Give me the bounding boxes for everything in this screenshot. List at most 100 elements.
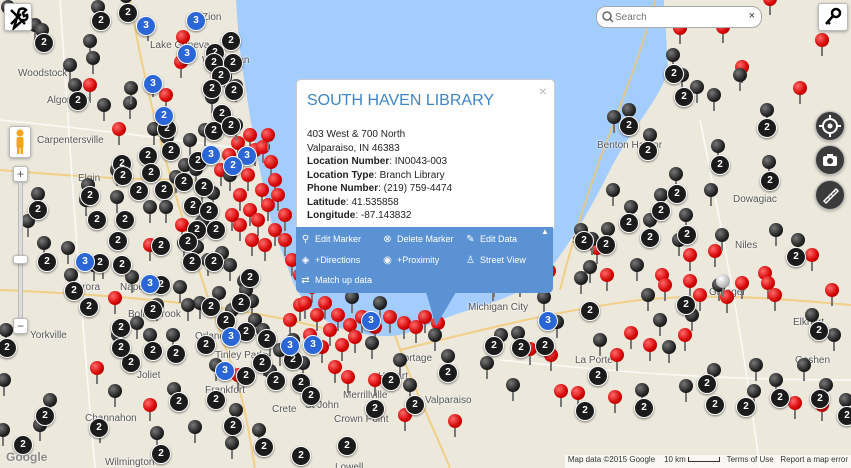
marker-cluster[interactable]: 2 <box>118 3 138 23</box>
marker-cluster[interactable]: 2 <box>535 336 555 356</box>
marker-cluster[interactable]: 2 <box>484 336 504 356</box>
marker-cluster[interactable]: 2 <box>574 231 594 251</box>
marker-cluster-blue[interactable]: 3 <box>186 11 206 31</box>
marker-cluster[interactable]: 2 <box>770 388 790 408</box>
marker-cluster[interactable]: 2 <box>266 371 286 391</box>
marker-cluster[interactable]: 2 <box>151 444 171 464</box>
marker-cluster[interactable]: 2 <box>79 297 99 317</box>
close-icon[interactable]: × <box>539 83 547 99</box>
key-button[interactable] <box>818 3 848 31</box>
marker-cluster[interactable]: 2 <box>837 406 851 426</box>
marker-cluster[interactable]: 2 <box>760 171 780 191</box>
marker-cluster[interactable]: 2 <box>710 155 730 175</box>
marker-cluster[interactable]: 2 <box>202 79 222 99</box>
zoom-out-button[interactable]: − <box>13 318 28 334</box>
marker-cluster-blue[interactable]: 3 <box>75 252 95 272</box>
marker-cluster[interactable]: 2 <box>115 210 135 230</box>
search-clear-icon[interactable]: × <box>749 10 755 22</box>
marker-cluster[interactable]: 2 <box>664 64 684 84</box>
marker-cluster-blue[interactable]: 2 <box>223 156 243 176</box>
marker-cluster[interactable]: 2 <box>736 397 756 417</box>
marker-cluster[interactable]: 2 <box>112 255 132 275</box>
street-view-action[interactable]: ♙ Street View <box>465 255 526 266</box>
marker-cluster[interactable]: 2 <box>667 184 687 204</box>
match-up-action[interactable]: ⇄ Match up data <box>300 275 372 286</box>
camera-button[interactable] <box>815 145 845 175</box>
marker-cluster[interactable]: 2 <box>154 180 174 200</box>
marker-cluster-blue[interactable]: 3 <box>140 274 160 294</box>
marker-cluster[interactable]: 2 <box>28 200 48 220</box>
map[interactable]: WoodstockAlgonquinCarpentersvilleElginAu… <box>0 0 851 468</box>
directions-action[interactable]: ◈ +Directions <box>300 255 361 266</box>
marker-cluster[interactable]: 2 <box>178 232 198 252</box>
marker-cluster[interactable]: 2 <box>634 398 654 418</box>
marker-cluster[interactable]: 2 <box>91 11 111 31</box>
search-input[interactable] <box>613 7 757 28</box>
marker-cluster[interactable]: 2 <box>64 281 84 301</box>
marker-cluster[interactable]: 2 <box>199 201 219 221</box>
marker-cluster[interactable]: 2 <box>575 401 595 421</box>
marker-cluster-blue[interactable]: 3 <box>361 311 381 331</box>
marker-cluster[interactable]: 2 <box>511 338 531 358</box>
report-error-link[interactable]: Report a map error <box>780 455 848 464</box>
marker-cluster-blue[interactable]: 3 <box>177 44 197 64</box>
search-box[interactable]: × <box>596 6 762 28</box>
marker-cluster[interactable]: 2 <box>381 371 401 391</box>
marker-cluster[interactable]: 2 <box>68 91 88 111</box>
marker-cluster-blue[interactable]: 3 <box>538 311 558 331</box>
locate-button[interactable] <box>815 111 845 141</box>
marker-cluster[interactable]: 2 <box>810 389 830 409</box>
marker-cluster-blue[interactable]: 3 <box>280 336 300 356</box>
proximity-action[interactable]: ◉ +Proximity <box>382 255 439 266</box>
marker-cluster[interactable]: 2 <box>111 318 131 338</box>
marker-cluster-blue[interactable]: 2 <box>154 106 174 126</box>
marker-cluster[interactable]: 2 <box>108 231 128 251</box>
marker-cluster[interactable]: 2 <box>111 338 131 358</box>
marker-cluster[interactable]: 2 <box>161 141 181 161</box>
marker-cluster[interactable]: 2 <box>206 390 226 410</box>
marker-cluster[interactable]: 2 <box>257 329 277 349</box>
marker-cluster[interactable]: 2 <box>697 374 717 394</box>
marker-cluster[interactable]: 2 <box>438 363 458 383</box>
marker-cluster[interactable]: 2 <box>651 201 671 221</box>
marker-cluster[interactable]: 2 <box>252 353 272 373</box>
marker-cluster[interactable]: 2 <box>129 181 149 201</box>
marker-cluster[interactable]: 2 <box>37 252 57 272</box>
marker-cluster[interactable]: 2 <box>596 235 616 255</box>
collapse-actions-button[interactable]: ▲ <box>541 227 549 236</box>
marker-cluster[interactable]: 2 <box>166 344 186 364</box>
marker-cluster[interactable]: 2 <box>204 252 224 272</box>
delete-marker-action[interactable]: ⊗ Delete Marker <box>382 234 453 245</box>
marker-cluster[interactable]: 2 <box>231 293 251 313</box>
marker-cluster-blue[interactable]: 3 <box>143 74 163 94</box>
marker-cluster[interactable]: 2 <box>786 247 806 267</box>
marker-cluster[interactable]: 2 <box>113 166 133 186</box>
marker-cluster[interactable]: 2 <box>240 268 260 288</box>
marker-cluster[interactable]: 2 <box>588 366 608 386</box>
marker-cluster[interactable]: 2 <box>223 416 243 436</box>
marker-cluster-blue[interactable]: 3 <box>201 145 221 165</box>
marker-cluster[interactable]: 2 <box>143 341 163 361</box>
marker-cluster[interactable]: 2 <box>194 177 214 197</box>
marker-cluster-blue[interactable]: 3 <box>136 16 156 36</box>
marker-cluster[interactable]: 2 <box>224 81 244 101</box>
marker-cluster[interactable]: 2 <box>221 116 241 136</box>
marker-cluster[interactable]: 2 <box>206 220 226 240</box>
marker-cluster[interactable]: 2 <box>35 406 55 426</box>
marker-cluster[interactable]: 2 <box>80 186 100 206</box>
marker-cluster[interactable]: 2 <box>676 295 696 315</box>
marker-cluster[interactable]: 2 <box>705 395 725 415</box>
marker-cluster[interactable]: 2 <box>34 33 54 53</box>
marker-cluster[interactable]: 2 <box>365 399 385 419</box>
marker-cluster[interactable]: 2 <box>141 163 161 183</box>
edit-data-action[interactable]: ✎ Edit Data <box>465 234 517 245</box>
marker-cluster[interactable]: 2 <box>254 437 274 457</box>
marker-cluster[interactable]: 2 <box>89 418 109 438</box>
marker-cluster-blue[interactable]: 3 <box>303 335 323 355</box>
zoom-slider-handle[interactable] <box>13 255 28 264</box>
marker-cluster[interactable]: 2 <box>87 210 107 230</box>
marker-cluster[interactable]: 2 <box>580 301 600 321</box>
marker-cluster[interactable]: 2 <box>236 366 256 386</box>
marker-cluster[interactable]: 2 <box>405 395 425 415</box>
marker-cluster[interactable]: 2 <box>291 446 311 466</box>
